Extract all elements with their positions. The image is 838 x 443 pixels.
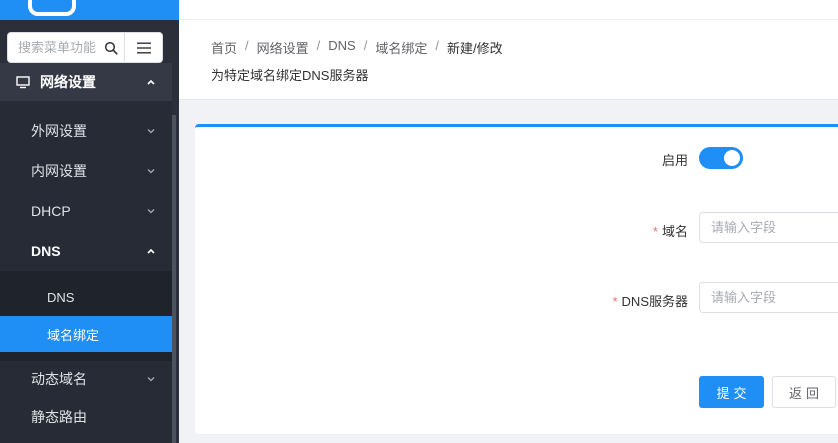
required-mark: *	[612, 294, 618, 309]
breadcrumb-separator: /	[435, 38, 439, 53]
breadcrumb-separator: /	[363, 38, 368, 53]
menu-lan-settings-label: 内网设置	[31, 163, 87, 179]
menu-dns-dns[interactable]: DNS	[0, 279, 174, 315]
menu-network-settings-label: 网络设置	[40, 74, 96, 90]
search-icon[interactable]	[104, 41, 118, 55]
sidebar: 网络设置 外网设置 内网设置 DHCP DNS DNS 域名绑定 动态域名 静态…	[0, 0, 179, 443]
chevron-down-icon	[147, 376, 155, 382]
menu-dhcp[interactable]: DHCP	[0, 191, 172, 231]
sidebar-scrollbar[interactable]	[172, 115, 176, 443]
menu-lan-settings[interactable]: 内网设置	[0, 151, 172, 191]
dns-server-input[interactable]	[699, 282, 838, 313]
menu-network-settings[interactable]: 网络设置	[0, 63, 172, 101]
breadcrumb-current: 新建/修改	[447, 41, 503, 56]
chevron-down-icon	[147, 128, 155, 134]
breadcrumb-domain-binding[interactable]: 域名绑定	[375, 38, 427, 57]
required-mark: *	[652, 224, 658, 239]
menu-search	[7, 32, 163, 63]
hamburger-icon	[136, 42, 151, 53]
search-input[interactable]	[18, 40, 102, 55]
menu-ddns-label: 动态域名	[31, 371, 87, 387]
domain-label-text: 域名	[661, 224, 688, 239]
page-header: 首页 / 网络设置 / DNS / 域名绑定 / 新建/修改 为特定域名绑定DN…	[179, 20, 838, 100]
domain-input[interactable]	[699, 212, 838, 243]
menu-dns-dns-label: DNS	[47, 289, 75, 305]
menu-dhcp-label: DHCP	[31, 203, 71, 219]
menu-wan-settings-label: 外网设置	[31, 123, 87, 139]
breadcrumb-separator: /	[245, 38, 249, 53]
menu-dns-label: DNS	[31, 243, 61, 259]
menu-ddns[interactable]: 动态域名	[0, 359, 172, 399]
enable-label: 启用	[661, 153, 688, 168]
breadcrumb-dns[interactable]: DNS	[328, 38, 355, 57]
menu-static-route[interactable]: 静态路由	[0, 397, 172, 437]
breadcrumb: 首页 / 网络设置 / DNS / 域名绑定 / 新建/修改	[211, 38, 503, 57]
menu-dns-domain-binding[interactable]: 域名绑定	[0, 316, 174, 352]
page-subtitle: 为特定域名绑定DNS服务器	[211, 68, 369, 83]
menu-dns[interactable]: DNS	[0, 231, 172, 271]
enable-toggle[interactable]	[699, 147, 743, 169]
back-button[interactable]: 返回	[772, 376, 836, 408]
logo	[0, 0, 179, 20]
menu-dns-domain-binding-label: 域名绑定	[47, 327, 100, 343]
breadcrumb-network-settings[interactable]: 网络设置	[257, 38, 309, 57]
breadcrumb-separator: /	[316, 38, 321, 53]
dns-server-label: * DNS服务器	[612, 291, 688, 310]
logo-icon	[28, 0, 76, 16]
submit-button[interactable]: 提交	[699, 376, 764, 408]
chevron-down-icon	[147, 168, 155, 174]
chevron-up-icon	[147, 79, 155, 85]
top-bar	[179, 0, 838, 20]
monitor-icon	[16, 76, 30, 89]
chevron-down-icon	[147, 208, 155, 214]
menu-static-route-label: 静态路由	[31, 409, 87, 425]
chevron-up-icon	[147, 248, 155, 254]
menu-toggle-button[interactable]	[125, 32, 163, 63]
search-box	[7, 32, 125, 63]
form-card: 启用 *域名 *DNS服务器 提交 返回	[195, 124, 838, 434]
menu-wan-settings[interactable]: 外网设置	[0, 111, 172, 151]
domain-label: * 域名	[653, 221, 688, 240]
breadcrumb-home[interactable]: 首页	[211, 38, 237, 57]
toggle-knob	[724, 150, 740, 166]
dns-server-label-text: DNS服务器	[621, 294, 688, 309]
